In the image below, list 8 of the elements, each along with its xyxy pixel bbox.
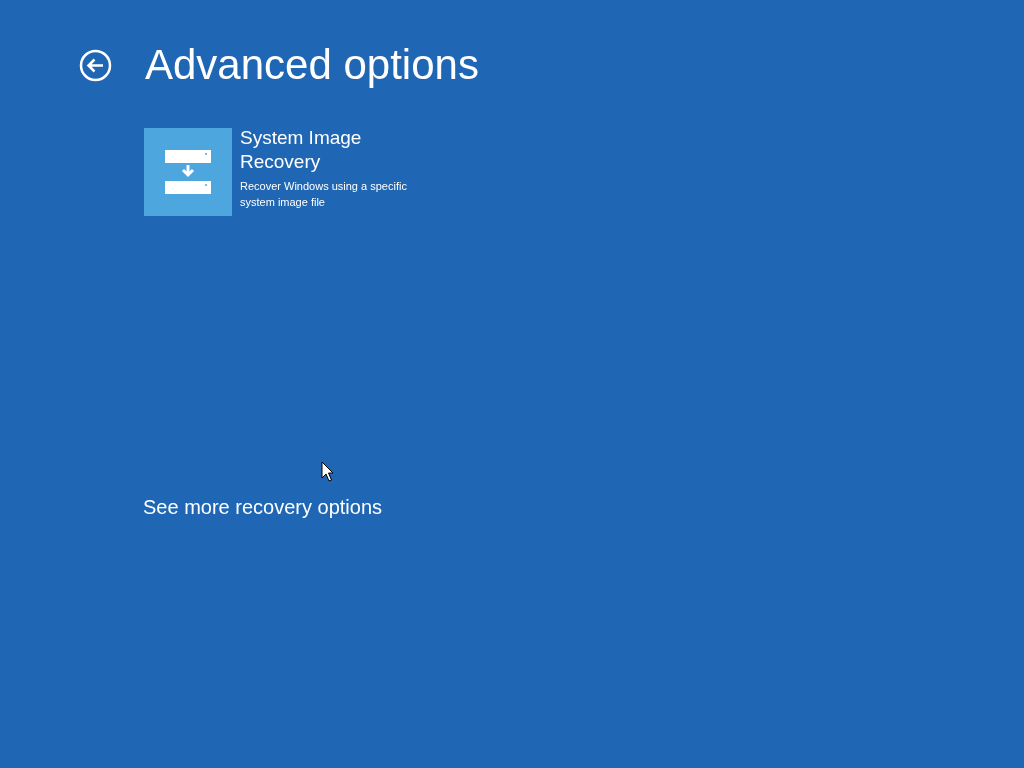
page-title: Advanced options [145, 40, 479, 90]
option-tile[interactable]: System Image Recovery Recover Windows using a specific system image file [144, 128, 1024, 216]
option-title: System Image Recovery [240, 126, 363, 174]
more-options-link[interactable]: See more recovery options [143, 492, 382, 522]
back-button[interactable] [79, 48, 112, 82]
drive-restore-icon [165, 150, 211, 194]
mouse-pointer-icon [321, 461, 334, 482]
option-description: Recover Windows using a specific system image file [240, 179, 408, 210]
